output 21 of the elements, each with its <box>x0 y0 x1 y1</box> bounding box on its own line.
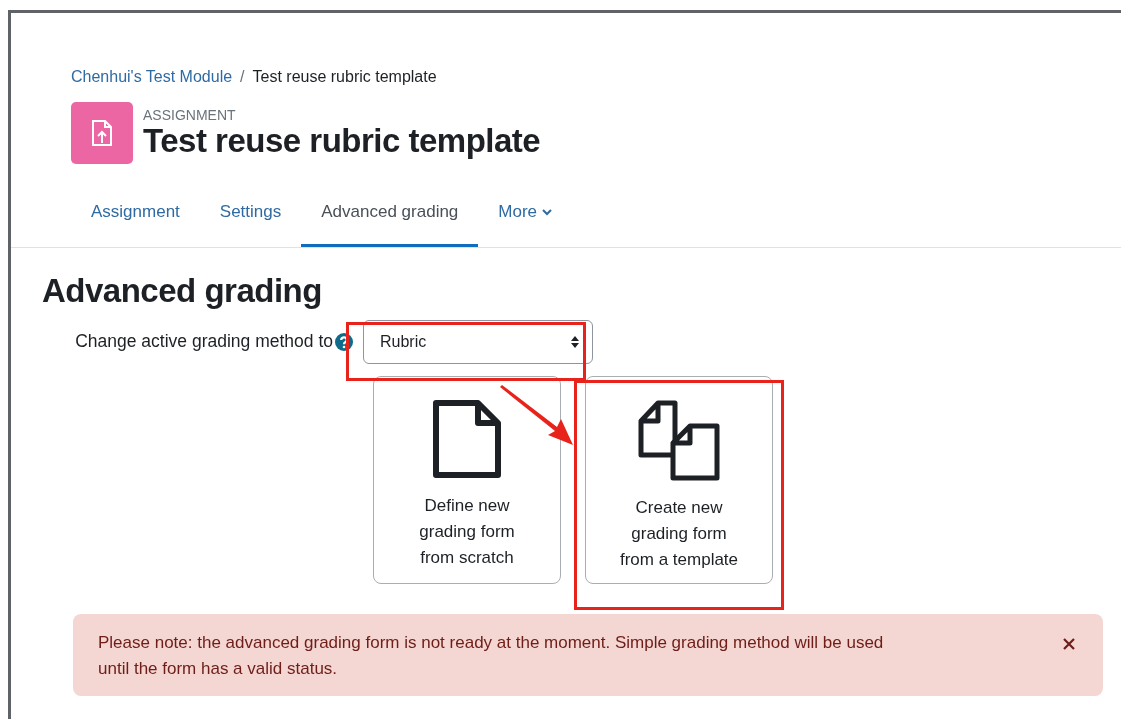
section-heading: Advanced grading <box>42 272 323 310</box>
breadcrumb-separator: / <box>240 68 245 86</box>
method-select[interactable]: Rubric <box>363 319 593 364</box>
nav-tab[interactable]: More <box>478 184 573 247</box>
breadcrumb-current: Test reuse rubric template <box>252 68 437 86</box>
sort-arrows-icon <box>570 334 580 349</box>
copy-icon <box>638 398 720 481</box>
page-title: Test reuse rubric template <box>143 122 541 160</box>
breadcrumb-link[interactable]: Chenhui's Test Module <box>71 68 233 86</box>
caret-icon <box>542 208 553 216</box>
option-card[interactable]: Define new grading form from scratch <box>373 375 561 584</box>
activity-type-label: ASSIGNMENT <box>143 106 237 123</box>
assignment-icon <box>71 102 133 164</box>
alert-message: Please note: the advanced grading form is not ready at the moment. Simple grading method will be used until the form has a valid status. <box>98 631 885 680</box>
help-icon[interactable] <box>335 332 353 351</box>
document-icon <box>432 398 502 479</box>
nav-tab[interactable]: Settings <box>199 184 302 247</box>
nav-tab[interactable]: Assignment <box>71 184 200 247</box>
option-card[interactable]: Create new grading form from a template <box>585 375 773 584</box>
nav-tab[interactable]: Advanced grading <box>301 184 479 247</box>
method-label: Change active grading method to <box>75 331 333 353</box>
